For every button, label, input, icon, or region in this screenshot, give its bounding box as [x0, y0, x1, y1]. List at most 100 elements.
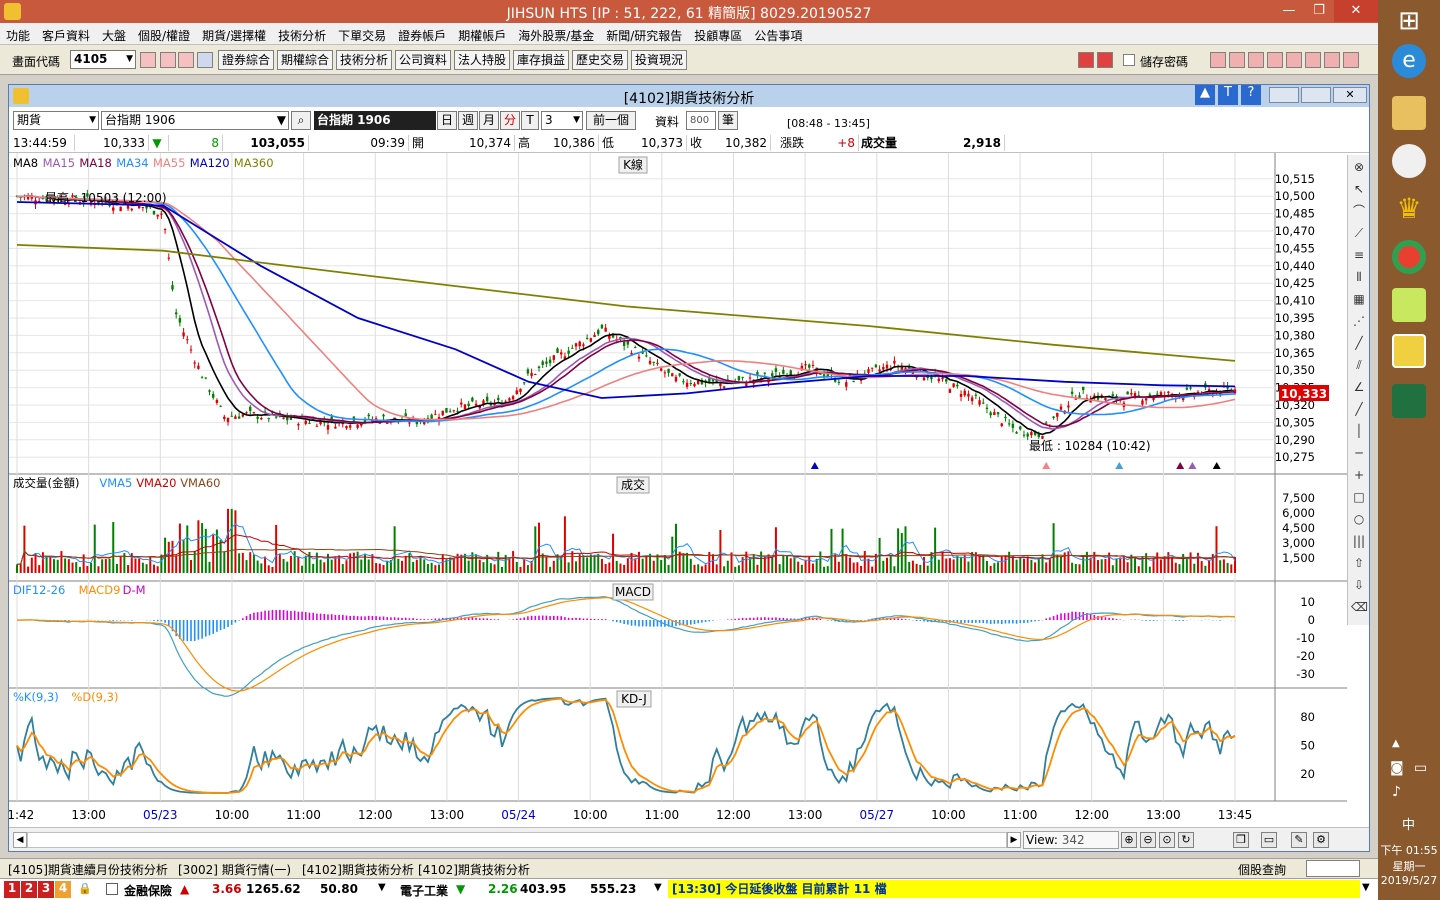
segment-icon[interactable]: ╱ — [1351, 401, 1367, 417]
period-tick-button[interactable]: T — [521, 111, 539, 130]
menu-item[interactable]: 海外股票/基金 — [512, 23, 600, 44]
status-checkbox[interactable] — [106, 883, 118, 895]
vertical-line-icon[interactable]: │ — [1351, 423, 1367, 439]
save-password-checkbox[interactable] — [1123, 54, 1135, 66]
down-icon[interactable]: ⇩ — [1351, 577, 1367, 593]
channel-icon[interactable]: ⫽ — [1351, 357, 1367, 373]
period-day-button[interactable]: 日 — [437, 111, 457, 130]
dropdown-icon[interactable] — [197, 52, 213, 68]
lock-icon[interactable]: 🔒 — [78, 882, 92, 895]
rectangle-icon[interactable]: □ — [1351, 489, 1367, 505]
eraser-icon[interactable]: ⌫ — [1351, 599, 1368, 615]
chrome-icon[interactable] — [1392, 240, 1426, 274]
zoom-in-icon[interactable]: ⊕ — [1121, 832, 1137, 848]
previous-button[interactable]: 前一個 — [586, 111, 636, 130]
page-4-button[interactable]: 4 — [55, 881, 71, 898]
tray-network-icon[interactable]: ▭ — [1414, 760, 1427, 776]
flag-icon[interactable] — [1097, 52, 1113, 68]
fan-icon[interactable]: ⋰ — [1351, 313, 1367, 329]
period-month-button[interactable]: 月 — [479, 111, 499, 130]
file-explorer-icon[interactable] — [1392, 96, 1426, 130]
cancel-icon[interactable]: ⊗ — [1351, 159, 1367, 175]
tray-security-icon[interactable]: ◙ — [1390, 760, 1404, 776]
tab-3002[interactable]: [3002] 期貨行情(一) — [178, 861, 291, 878]
menu-item[interactable]: 投顧專區 — [688, 23, 748, 44]
tool-icon[interactable] — [1210, 52, 1226, 68]
internet-explorer-icon[interactable]: e — [1392, 44, 1426, 78]
tool-icon[interactable] — [1286, 52, 1302, 68]
toolbar-button-futures[interactable]: 期權綜合 — [277, 50, 334, 70]
menu-item[interactable]: 客戶資料 — [36, 23, 96, 44]
layout-icon[interactable] — [178, 52, 194, 68]
windows-start-icon[interactable]: ⊞ — [1392, 4, 1426, 38]
scroll-left-button[interactable]: ◀ — [13, 832, 27, 848]
product-select[interactable]: 台指期 1906 ▼ — [101, 111, 289, 130]
flag-icon[interactable] — [1078, 52, 1094, 68]
page-3-button[interactable]: 3 — [38, 881, 54, 898]
horizontal-scrollbar[interactable] — [27, 832, 1007, 848]
tray-up-arrow-icon[interactable]: ▲ — [1392, 738, 1400, 749]
sticky-notes-icon[interactable] — [1392, 288, 1426, 322]
bars-icon[interactable]: ||| — [1351, 533, 1367, 549]
stock-query-input[interactable] — [1306, 860, 1360, 877]
toolbar-button-technical[interactable]: 技術分析 — [336, 50, 393, 70]
page-2-button[interactable]: 2 — [21, 881, 37, 898]
menu-item[interactable]: 個股/權證 — [132, 23, 196, 44]
horizontal-line-icon[interactable]: ─ — [1351, 445, 1367, 461]
crown-icon[interactable]: ♛ — [1392, 192, 1426, 226]
page-1-button[interactable]: 1 — [4, 881, 20, 898]
minimize-button[interactable]: — — [1274, 0, 1304, 22]
period-minute-button[interactable]: 分 — [500, 111, 520, 130]
search-icon[interactable]: ⌕ — [291, 111, 311, 130]
chart-area[interactable]: 10,515 10,500 10,485 10,470 10,455 10,440 10,4… — [9, 153, 1347, 827]
toolbar-button-institutional[interactable]: 法人持股 — [454, 50, 511, 70]
tool-icon[interactable] — [1248, 52, 1264, 68]
refresh-icon[interactable]: ↻ — [1178, 832, 1194, 848]
menu-item[interactable]: 技術分析 — [272, 23, 332, 44]
tool-icon[interactable] — [1267, 52, 1283, 68]
up-icon[interactable]: ⇧ — [1351, 555, 1367, 571]
angle-icon[interactable]: ∠ — [1351, 379, 1367, 395]
ime-indicator[interactable]: 中 — [1402, 814, 1415, 833]
vlines-icon[interactable]: ⦀ — [1351, 269, 1367, 285]
tool-icon[interactable] — [1305, 52, 1321, 68]
tab-4102-a[interactable]: [4102]期貨技術分析 — [302, 861, 414, 878]
menu-item[interactable]: 新聞/研究報告 — [600, 23, 688, 44]
pen-icon[interactable]: ✎ — [1291, 832, 1307, 848]
toolbar-button-investment[interactable]: 投資現況 — [631, 50, 688, 70]
search-icon[interactable] — [140, 52, 156, 68]
window-icon[interactable] — [160, 52, 176, 68]
zoom-fit-icon[interactable]: ⊙ — [1159, 832, 1175, 848]
settings-icon[interactable]: ⚙ — [1313, 832, 1329, 848]
child-close-button[interactable]: ✕ — [1333, 87, 1367, 103]
panel-icon[interactable]: ▭ — [1261, 832, 1277, 848]
text-icon[interactable]: T — [1218, 85, 1238, 105]
menu-item[interactable]: 期貨/選擇權 — [196, 23, 272, 44]
scroll-right-button[interactable]: ▶ — [1007, 832, 1021, 848]
pointer-icon[interactable]: ↖ — [1351, 181, 1367, 197]
arc-icon[interactable]: ⌒ — [1351, 203, 1367, 219]
arrow-up-icon[interactable]: ▲ — [1195, 85, 1215, 105]
tool-icon[interactable] — [1324, 52, 1340, 68]
data-count-input[interactable]: 800 — [686, 111, 716, 130]
excel-icon[interactable] — [1392, 384, 1426, 418]
tray-volume-icon[interactable]: ♪ — [1392, 784, 1401, 800]
child-maximize-button[interactable] — [1301, 87, 1331, 103]
tool-icon[interactable] — [1229, 52, 1245, 68]
market-type-select[interactable]: 期貨 ▼ — [13, 111, 99, 130]
minute-interval-select[interactable]: 3 ▼ — [541, 111, 583, 130]
tool-icon[interactable] — [1343, 52, 1359, 68]
toolbar-button-inventory[interactable]: 庫存損益 — [513, 50, 570, 70]
toolbar-button-history[interactable]: 歷史交易 — [572, 50, 629, 70]
chevron-down-icon[interactable]: ▼ — [1362, 882, 1370, 893]
trendline-icon[interactable]: ⟋ — [1351, 225, 1367, 241]
data-unit-button[interactable]: 筆 — [718, 111, 738, 130]
menu-item[interactable]: 下單交易 — [332, 23, 392, 44]
menu-item[interactable]: 公告事項 — [748, 23, 808, 44]
menu-item[interactable]: 大盤 — [96, 23, 132, 44]
screen-code-input[interactable]: 4105 ▼ — [70, 50, 136, 69]
copy-icon[interactable]: ❐ — [1233, 832, 1249, 848]
ellipse-icon[interactable]: ○ — [1351, 511, 1367, 527]
menu-item[interactable]: 期權帳戶 — [452, 23, 512, 44]
crosshair-icon[interactable]: + — [1351, 467, 1367, 483]
